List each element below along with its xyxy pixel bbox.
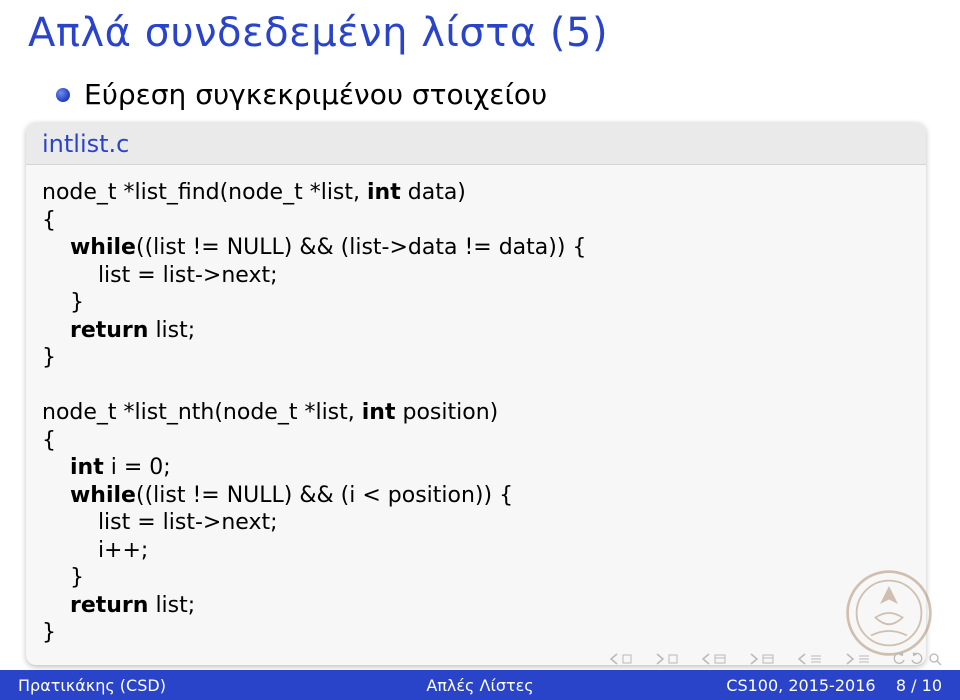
beamer-nav [608, 652, 942, 666]
code-text: i++; [42, 538, 148, 563]
nav-prev-slide[interactable] [700, 653, 726, 665]
code-text: ((list != NULL) && (list->data != data))… [136, 235, 586, 260]
code-text: ((list != NULL) && (i < position)) { [136, 483, 513, 508]
footer-page: 8 / 10 [896, 676, 942, 695]
code-block: intlist.c node_t *list_find(node_t *list… [26, 122, 926, 665]
nav-prev-section[interactable] [608, 653, 632, 665]
code-keyword: int [70, 455, 104, 480]
code-text [42, 455, 70, 480]
code-text: { [42, 428, 56, 453]
code-text: } [42, 345, 56, 370]
code-text: data) [401, 180, 466, 205]
slide-title: Απλά συνδεδεμένη λίστα (5) [28, 10, 608, 56]
nav-refresh-icons[interactable] [892, 652, 942, 666]
code-text: list; [148, 593, 195, 618]
code-text: } [42, 620, 56, 645]
code-keyword: while [70, 235, 136, 260]
search-icon [928, 652, 942, 666]
nav-next-slide[interactable] [748, 653, 774, 665]
code-text [42, 593, 70, 618]
code-keyword: return [70, 593, 148, 618]
nav-forward[interactable] [844, 653, 870, 665]
code-text: node_t *list_nth(node_t *list, [42, 400, 362, 425]
code-keyword: int [362, 400, 396, 425]
code-text: { [42, 208, 56, 233]
code-text: list = list->next; [42, 263, 278, 288]
code-text: } [42, 565, 84, 590]
undo-icon [892, 652, 906, 666]
footer-title: Απλές Λίστες [326, 676, 634, 695]
code-keyword: int [367, 180, 401, 205]
code-filename: intlist.c [26, 122, 926, 165]
code-keyword: return [70, 318, 148, 343]
nav-next-section[interactable] [654, 653, 678, 665]
code-text: node_t *list_find(node_t *list, [42, 180, 367, 205]
redo-icon [910, 652, 924, 666]
code-text: list; [148, 318, 195, 343]
code-text: i = 0; [104, 455, 171, 480]
code-keyword: while [70, 483, 136, 508]
footer-course: CS100, 2015-2016 [726, 676, 875, 695]
footer: Πρατικάκης (CSD) Απλές Λίστες CS100, 201… [0, 670, 960, 700]
nav-back[interactable] [796, 653, 822, 665]
code-text [42, 318, 70, 343]
university-seal-icon [844, 568, 934, 658]
code-text: list = list->next; [42, 510, 278, 535]
bullet-text: Εύρεση συγκεκριμένου στοιχείου [84, 78, 547, 111]
code-text [42, 235, 70, 260]
slide: Απλά συνδεδεμένη λίστα (5) Εύρεση συγκεκ… [0, 0, 960, 700]
bullet-item: Εύρεση συγκεκριμένου στοιχείου [56, 78, 547, 111]
code-text: } [42, 290, 84, 315]
footer-right: CS100, 2015-2016 8 / 10 [634, 676, 960, 695]
code-body: node_t *list_find(node_t *list, int data… [26, 165, 926, 665]
bullet-icon [56, 88, 70, 102]
code-text [42, 483, 70, 508]
code-text: position) [396, 400, 499, 425]
footer-author: Πρατικάκης (CSD) [0, 676, 326, 695]
